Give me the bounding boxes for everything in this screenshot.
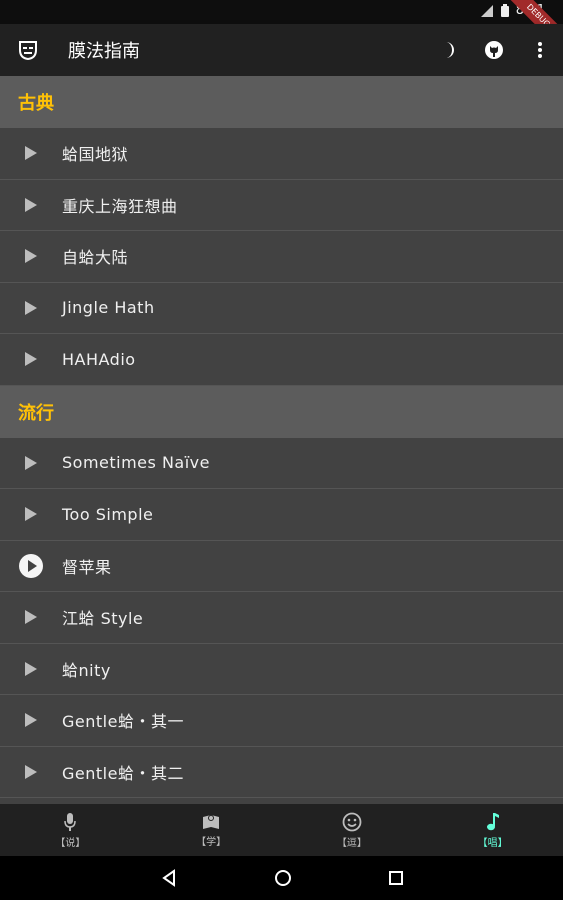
book-icon xyxy=(203,814,220,829)
song-title: Gentle蛤・其二 xyxy=(62,763,184,783)
song-title: Jingle Hath xyxy=(62,298,155,318)
battery-icon xyxy=(500,3,509,17)
play-circle-icon xyxy=(19,553,43,578)
recents-icon[interactable] xyxy=(388,870,404,886)
bottom-nav: 【说】 【学】 【逗】 【唱】 xyxy=(0,804,563,856)
tab-tease[interactable]: 【逗】 xyxy=(282,804,423,856)
status-bar: 8:21 xyxy=(0,0,563,24)
more-vert-icon[interactable] xyxy=(517,24,563,76)
list-item[interactable]: 蛤nity xyxy=(0,643,563,695)
play-arrow-icon xyxy=(25,455,37,470)
play-arrow-icon xyxy=(25,146,37,161)
play-arrow-icon xyxy=(25,300,37,315)
song-list[interactable]: 古典 蛤国地狱 重庆上海狂想曲 自蛤大陆 Jingle Hath HAHAdio… xyxy=(0,76,563,804)
song-title: 江蛤 Style xyxy=(62,609,144,629)
list-item[interactable]: Too Simple xyxy=(0,489,563,541)
play-arrow-icon xyxy=(25,507,37,522)
play-arrow-icon xyxy=(25,764,37,779)
mask-icon[interactable] xyxy=(0,24,56,76)
song-title: 蛤国地狱 xyxy=(62,145,129,165)
tab-learn[interactable]: 【学】 xyxy=(141,804,282,856)
tab-sing[interactable]: 【唱】 xyxy=(422,804,563,856)
tab-speak[interactable]: 【说】 xyxy=(0,804,141,856)
tab-label: 【学】 xyxy=(196,836,227,848)
song-title: 重庆上海狂想曲 xyxy=(62,196,178,216)
app-bar: 膜法指南 xyxy=(0,24,563,76)
song-title: Too Simple xyxy=(62,504,154,524)
song-title: 蛤nity xyxy=(62,660,111,680)
list-item[interactable]: 江蛤 Style xyxy=(0,592,563,644)
song-title: HAHAdio xyxy=(62,349,136,369)
back-icon[interactable] xyxy=(160,869,178,887)
list-item[interactable]: Gentle蛤・其一 xyxy=(0,695,563,747)
github-icon[interactable] xyxy=(471,24,517,76)
play-arrow-icon xyxy=(25,713,37,728)
list-item[interactable]: Jingle Hath xyxy=(0,282,563,334)
song-title: Sometimes Naïve xyxy=(62,453,210,473)
smile-icon xyxy=(342,812,362,831)
play-arrow-icon xyxy=(25,197,37,212)
section-title: 流行 xyxy=(18,402,54,424)
moon-icon[interactable] xyxy=(425,24,471,76)
play-arrow-icon xyxy=(25,661,37,676)
tab-label: 【说】 xyxy=(55,837,86,849)
page-title: 膜法指南 xyxy=(68,41,140,62)
section-title: 古典 xyxy=(18,93,54,114)
list-item-now-playing[interactable]: 督苹果 xyxy=(0,540,563,592)
list-item[interactable]: 重庆上海狂想曲 xyxy=(0,179,563,231)
song-title: 督苹果 xyxy=(62,557,112,577)
list-item[interactable]: 自蛤大陆 xyxy=(0,231,563,283)
list-item[interactable]: Sometimes Naïve xyxy=(0,437,563,489)
home-icon[interactable] xyxy=(274,869,292,887)
tab-label: 【唱】 xyxy=(477,837,508,849)
signal-icon xyxy=(480,4,493,17)
music-note-icon xyxy=(486,812,499,830)
song-title: 自蛤大陆 xyxy=(62,248,129,268)
system-nav-bar xyxy=(0,856,563,900)
list-item[interactable]: 蛤国地狱 xyxy=(0,128,563,180)
song-title: Gentle蛤・其一 xyxy=(62,712,184,732)
play-arrow-icon xyxy=(25,352,37,367)
play-arrow-icon xyxy=(25,249,37,264)
mic-icon xyxy=(64,812,77,831)
section-header-classical: 古典 xyxy=(0,76,563,128)
list-item[interactable]: HAHAdio xyxy=(0,334,563,386)
tab-label: 【逗】 xyxy=(336,837,367,849)
list-item[interactable]: Gentle蛤・其二 xyxy=(0,746,563,798)
section-header-pop: 流行 xyxy=(0,385,563,438)
play-arrow-icon xyxy=(25,610,37,625)
